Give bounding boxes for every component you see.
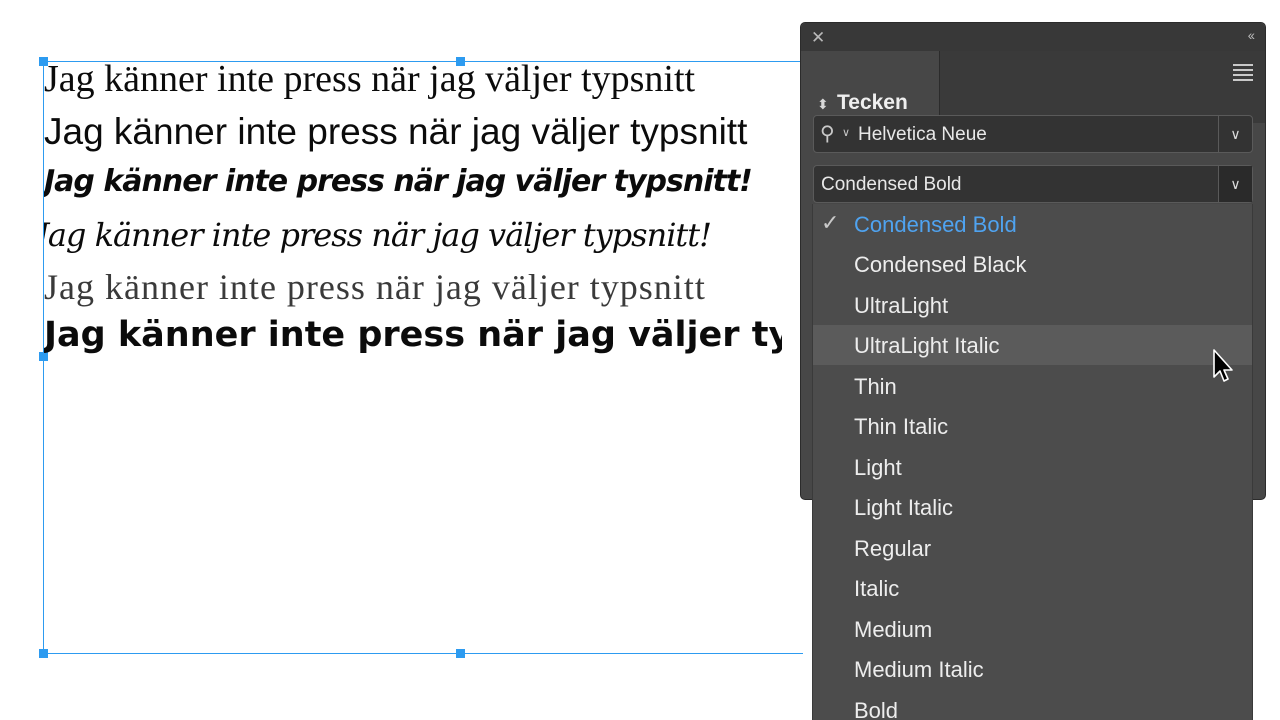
font-style-option[interactable]: Medium: [813, 609, 1252, 649]
font-style-option[interactable]: Regular: [813, 528, 1252, 568]
font-style-dropdown-list: ✓ Condensed Bold Condensed Black UltraLi…: [812, 204, 1253, 720]
chevron-down-icon[interactable]: ∨: [842, 126, 850, 139]
panel-title-bar[interactable]: ✕ ‹‹: [801, 23, 1265, 51]
font-family-value[interactable]: Helvetica Neue: [858, 124, 987, 146]
font-style-option[interactable]: UltraLight Italic: [813, 325, 1252, 365]
mouse-cursor-icon: [1213, 349, 1233, 382]
font-style-option[interactable]: UltraLight: [813, 285, 1252, 325]
close-icon[interactable]: ✕: [811, 28, 825, 48]
text-content[interactable]: Jag känner inte press när jag väljer typ…: [44, 55, 782, 375]
frame-handle-bottom-center[interactable]: [456, 649, 465, 658]
sample-line: Jag känner inte press när jag väljer typ…: [44, 216, 712, 254]
font-style-option[interactable]: Medium Italic: [813, 649, 1252, 689]
font-style-option[interactable]: Thin: [813, 366, 1252, 406]
sample-line: Jag känner inte press när jag väljer typ…: [44, 111, 748, 152]
chevron-down-icon: ∨: [1230, 126, 1241, 142]
font-style-option[interactable]: ✓ Condensed Bold: [813, 204, 1252, 244]
font-style-field[interactable]: Condensed Bold ∨: [813, 165, 1253, 203]
panel-options-arrow-icon[interactable]: ⬍: [817, 96, 829, 113]
font-style-option[interactable]: Bold: [813, 690, 1252, 720]
frame-handle-bottom-left[interactable]: [39, 649, 48, 658]
font-family-field[interactable]: ⚲ ∨ Helvetica Neue ∨: [813, 115, 1253, 153]
sample-line: Jag känner inte press när jag väljer typ…: [44, 58, 696, 100]
tab-label: Tecken: [837, 91, 908, 114]
font-style-value[interactable]: Condensed Bold: [821, 174, 962, 196]
collapse-icon[interactable]: ‹‹: [1248, 27, 1255, 43]
font-family-dropdown-button[interactable]: ∨: [1218, 116, 1252, 152]
font-style-dropdown-button[interactable]: ∨: [1218, 166, 1252, 202]
font-style-option[interactable]: Light Italic: [813, 487, 1252, 527]
search-icon[interactable]: ⚲: [820, 121, 835, 146]
tab-bar: [939, 51, 1265, 123]
tab-tecken[interactable]: ⬍ Tecken: [801, 51, 939, 123]
chevron-down-icon: ∨: [1230, 176, 1241, 192]
sample-line: Jag känner inte press när jag väljer typ…: [44, 164, 753, 199]
font-style-option[interactable]: Condensed Black: [813, 244, 1252, 284]
font-style-option[interactable]: Thin Italic: [813, 406, 1252, 446]
panel-menu-icon[interactable]: [1233, 64, 1253, 84]
checkmark-icon: ✓: [821, 210, 840, 235]
sample-line: Jag känner inte press när jag väljer typ…: [44, 267, 706, 307]
font-style-option[interactable]: Light: [813, 447, 1252, 487]
sample-line: Jag känner inte press när jag väljer typ…: [44, 315, 782, 355]
font-style-option[interactable]: Italic: [813, 568, 1252, 608]
